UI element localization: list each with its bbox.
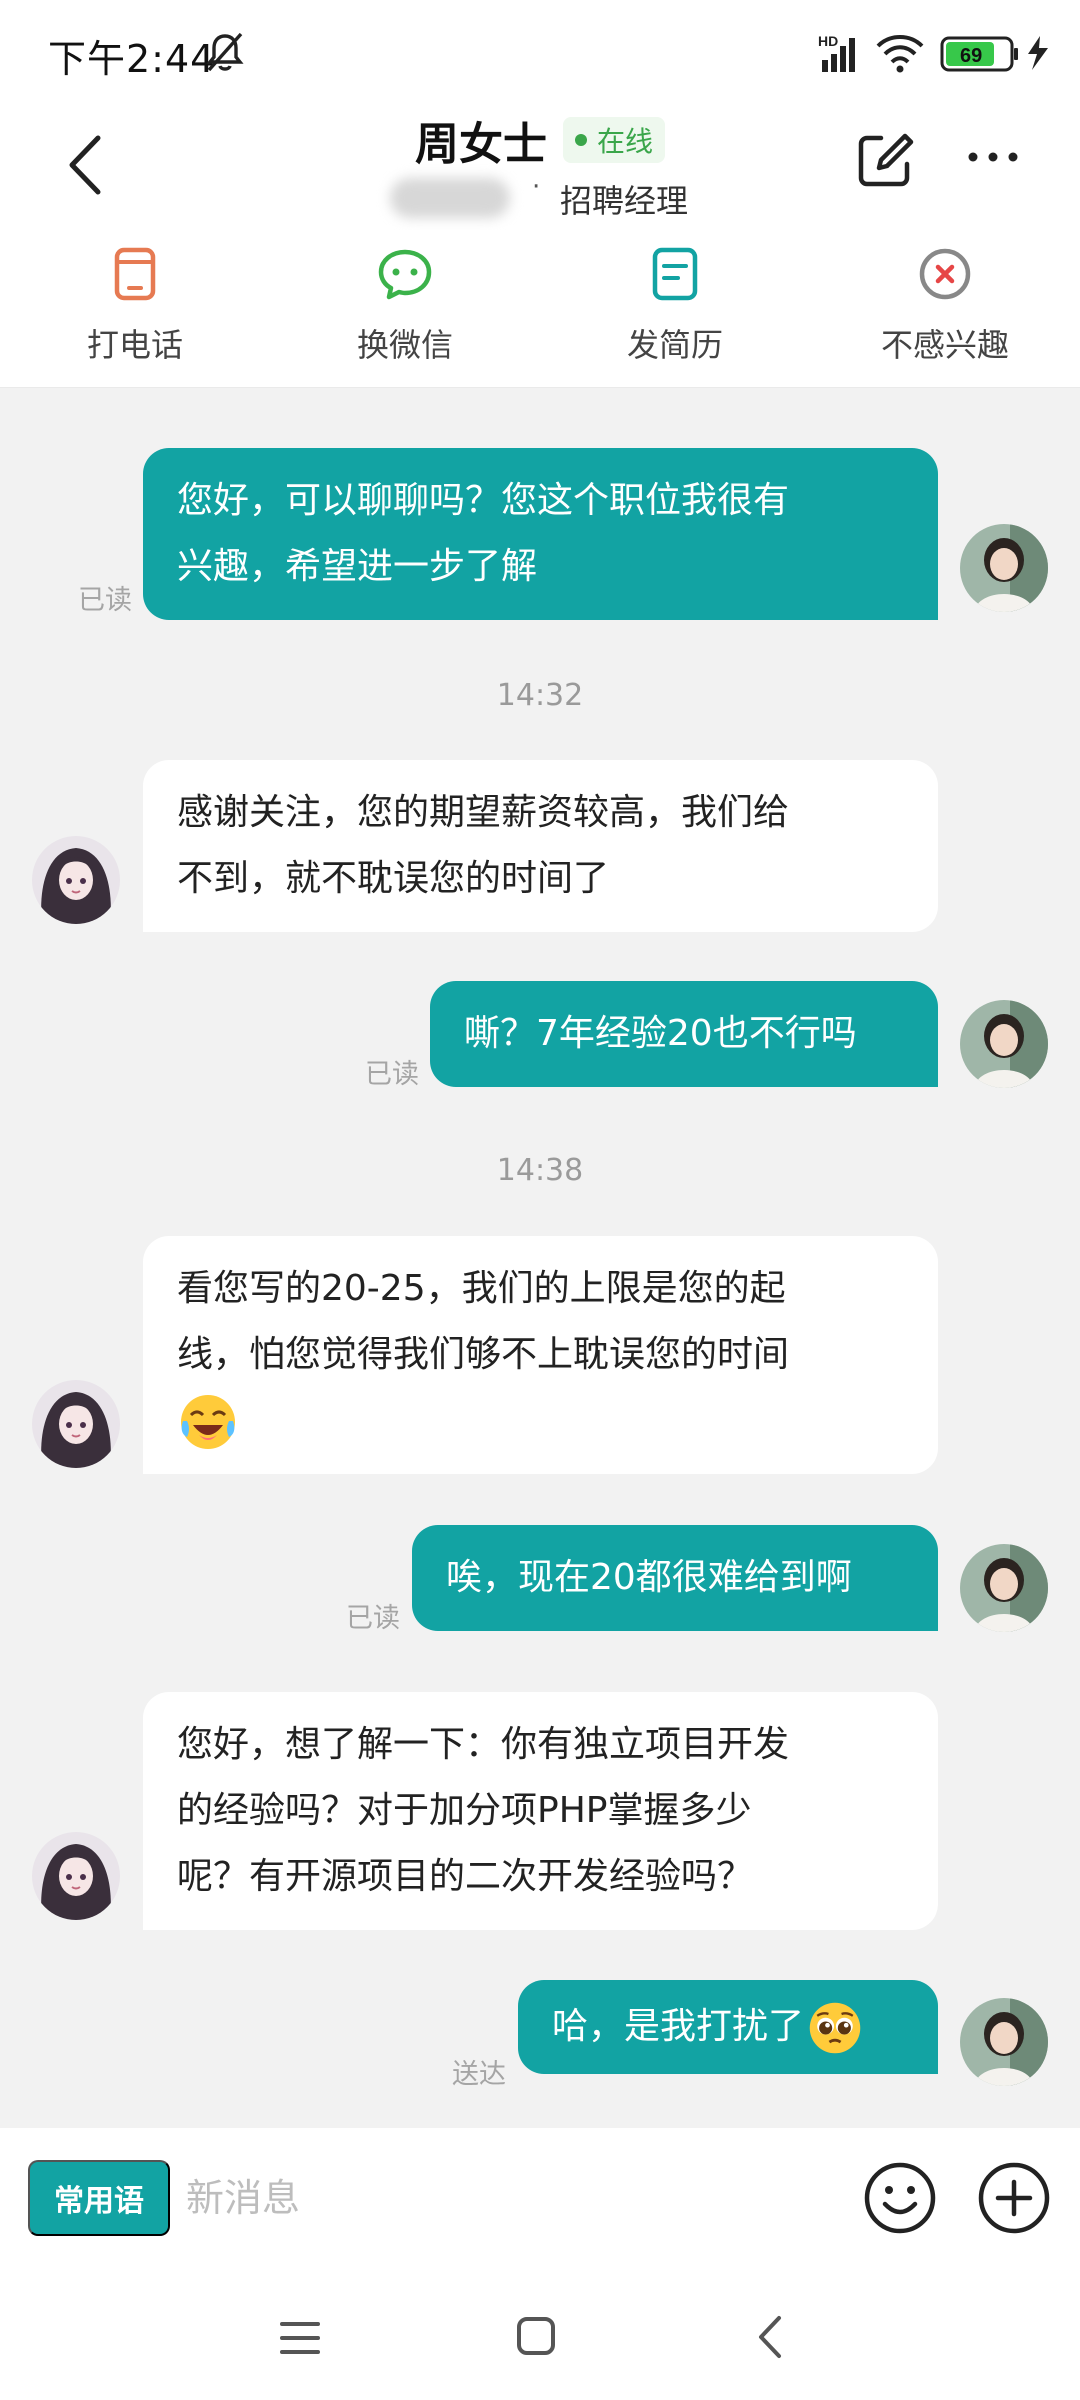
hd-label: HD [818,33,838,49]
system-back-icon[interactable] [755,2312,785,2362]
edit-note-icon[interactable] [855,130,915,190]
my-avatar-image [960,1544,1048,1632]
not-interested-action[interactable]: 不感兴趣 [845,246,1045,366]
status-bar: 下午2:44 HD 69 [0,0,1080,100]
message-line: 哈，是我打扰了 [552,2006,805,2047]
contact-role: 招聘经理 [560,182,689,220]
laughing-crying-emoji-icon [181,1395,235,1449]
my-avatar-image [960,524,1048,612]
resume-action-label: 发简历 [626,326,723,364]
battery-icon: 69 [940,36,1018,72]
resume-icon [652,247,698,301]
message-line: 兴趣，希望进一步了解 [177,546,538,587]
read-status: 已读 [365,1059,419,1090]
chat-messages[interactable]: 您好，可以聊聊吗？您这个职位我很有 兴趣，希望进一步了解 已读 14:32 感谢… [0,388,1080,2128]
message-line: 您好，想了解一下：你有独立项目开发 [177,1724,790,1765]
quick-actions-bar: 打电话 换微信 发简历 不感兴趣 [0,230,1080,388]
read-status: 已读 [78,585,132,616]
role-separator: · [532,172,541,202]
message-line: 的经验吗？对于加分项PHP掌握多少 [177,1790,752,1831]
company-name-redacted [390,178,510,218]
recruiter-avatar-image [32,836,120,924]
message-input-bar: 常用语 [0,2128,1080,2278]
recruiter-avatar-image [32,1380,120,1468]
online-status-label: 在线 [597,125,654,158]
resume-action[interactable]: 发简历 [575,246,775,366]
call-action-label: 打电话 [86,326,183,364]
message-line: 看您写的20-25，我们的上限是您的起 [177,1268,786,1309]
message-outgoing[interactable]: 嘶？7年经验20也不行吗 [430,981,938,1087]
message-line: 呢？有开源项目的二次开发经验吗？ [177,1856,754,1897]
timestamp: 14:32 [496,678,584,713]
recruiter-avatar-image [32,1832,120,1920]
home-icon[interactable] [514,2314,558,2358]
chat-header: 周女士 在线 · 招聘经理 [0,100,1080,230]
svg-text:69: 69 [960,45,982,67]
pleading-face-emoji-icon [809,2002,861,2054]
online-status-badge: 在线 [563,117,666,163]
recent-apps-icon[interactable] [278,2318,322,2358]
call-action[interactable]: 打电话 [35,246,235,366]
message-line: 感谢关注，您的期望薪资较高，我们给 [177,792,790,833]
delivery-status: 送达 [452,2059,506,2090]
not-interested-icon [919,248,971,300]
recruiter-avatar[interactable] [32,836,120,924]
message-incoming[interactable]: 感谢关注，您的期望薪资较高，我们给 不到，就不耽误您的时间了 [143,760,938,932]
my-avatar[interactable] [960,1544,1048,1632]
message-input[interactable] [186,2160,836,2236]
message-outgoing[interactable]: 唉，现在20都很难给到啊 [412,1525,938,1631]
back-arrow-icon[interactable] [60,130,110,200]
message-incoming[interactable]: 看您写的20-25，我们的上限是您的起 线，怕您觉得我们够不上耽误您的时间 [143,1236,938,1474]
notifications-muted-icon [206,32,244,72]
emoji-picker-icon[interactable] [862,2160,938,2236]
wechat-icon [378,249,432,300]
message-line: 线，怕您觉得我们够不上耽误您的时间 [177,1334,790,1375]
message-outgoing[interactable]: 哈，是我打扰了 [518,1980,938,2074]
message-line: 唉，现在20都很难给到啊 [446,1557,852,1598]
my-avatar-image [960,1998,1048,2086]
message-line: 不到，就不耽误您的时间了 [177,858,610,899]
read-status: 已读 [346,1603,400,1634]
my-avatar-image [960,1000,1048,1088]
message-incoming[interactable]: 您好，想了解一下：你有独立项目开发 的经验吗？对于加分项PHP掌握多少 呢？有开… [143,1692,938,1930]
message-line: 嘶？7年经验20也不行吗 [464,1013,857,1054]
wechat-action-label: 换微信 [356,326,453,364]
system-navigation-bar [0,2278,1080,2400]
my-avatar[interactable] [960,1000,1048,1088]
not-interested-action-label: 不感兴趣 [880,326,1009,364]
common-phrases-button[interactable]: 常用语 [28,2160,170,2236]
phone-icon [114,247,156,301]
online-dot-icon [575,134,587,146]
status-indicators: HD 69 [818,33,1048,73]
wechat-action[interactable]: 换微信 [305,246,505,366]
more-options-icon[interactable] [965,142,1021,172]
timestamp: 14:38 [496,1153,584,1188]
recruiter-avatar[interactable] [32,1832,120,1920]
wifi-icon [876,35,924,73]
charging-icon [1028,36,1048,70]
add-attachment-icon[interactable] [976,2160,1052,2236]
status-time: 下午2:44 [48,37,216,81]
my-avatar[interactable] [960,524,1048,612]
message-line: 您好，可以聊聊吗？您这个职位我很有 [177,480,790,521]
my-avatar[interactable] [960,1998,1048,2086]
message-outgoing[interactable]: 您好，可以聊聊吗？您这个职位我很有 兴趣，希望进一步了解 [143,448,938,620]
contact-name: 周女士 [415,119,547,170]
recruiter-avatar[interactable] [32,1380,120,1468]
